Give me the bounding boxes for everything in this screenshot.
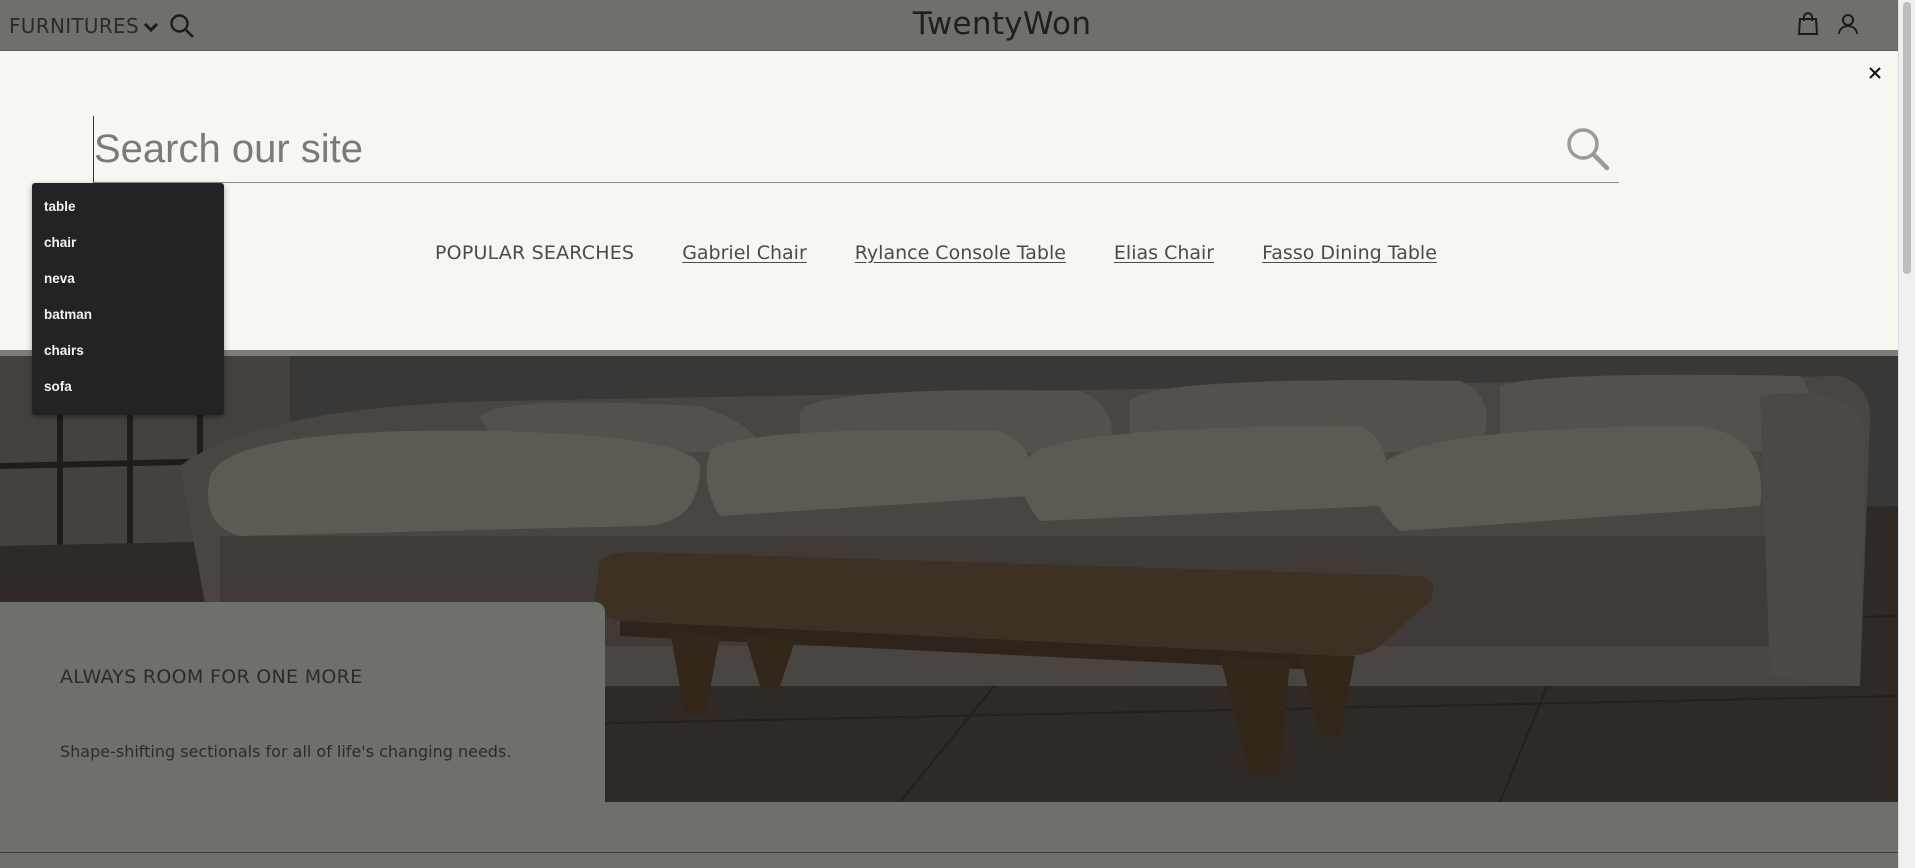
site-header: FURNITURES TwentyWon bbox=[0, 0, 1899, 51]
hero-subtitle: Shape-shifting sectionals for all of lif… bbox=[60, 742, 512, 761]
hero-title: ALWAYS ROOM FOR ONE MORE bbox=[60, 666, 363, 688]
hero-text-card: ALWAYS ROOM FOR ONE MORE Shape-shifting … bbox=[0, 602, 605, 802]
popular-link-fasso-dining-table[interactable]: Fasso Dining Table bbox=[1262, 242, 1437, 264]
suggestion-item[interactable]: sofa bbox=[32, 369, 224, 405]
search-panel: POPULAR SEARCHES Gabriel Chair Rylance C… bbox=[0, 51, 1899, 350]
popular-link-rylance-console-table[interactable]: Rylance Console Table bbox=[855, 242, 1066, 264]
popular-searches-heading: POPULAR SEARCHES bbox=[435, 242, 635, 264]
suggestion-item[interactable]: neva bbox=[32, 261, 224, 297]
search-input[interactable] bbox=[93, 116, 1534, 182]
scrollbar-thumb[interactable] bbox=[1903, 2, 1911, 274]
search-submit-icon[interactable] bbox=[1563, 124, 1613, 174]
suggestion-item[interactable]: batman bbox=[32, 297, 224, 333]
popular-link-gabriel-chair[interactable]: Gabriel Chair bbox=[682, 242, 807, 264]
nav-right bbox=[1795, 11, 1861, 37]
popular-searches: POPULAR SEARCHES Gabriel Chair Rylance C… bbox=[435, 242, 1437, 264]
page-scrollbar[interactable] bbox=[1898, 0, 1915, 868]
suggestion-item[interactable]: chair bbox=[32, 225, 224, 261]
close-icon[interactable] bbox=[1863, 61, 1887, 85]
suggestion-item[interactable]: table bbox=[32, 189, 224, 225]
brand-logo[interactable]: TwentyWon bbox=[0, 6, 1915, 42]
suggestion-item[interactable]: chairs bbox=[32, 333, 224, 369]
user-icon[interactable] bbox=[1835, 11, 1861, 37]
bag-icon[interactable] bbox=[1795, 11, 1821, 37]
popular-link-elias-chair[interactable]: Elias Chair bbox=[1114, 242, 1214, 264]
search-bar bbox=[93, 116, 1619, 183]
search-suggestions-dropdown: table chair neva batman chairs sofa bbox=[32, 183, 224, 415]
section-divider bbox=[0, 852, 1899, 853]
